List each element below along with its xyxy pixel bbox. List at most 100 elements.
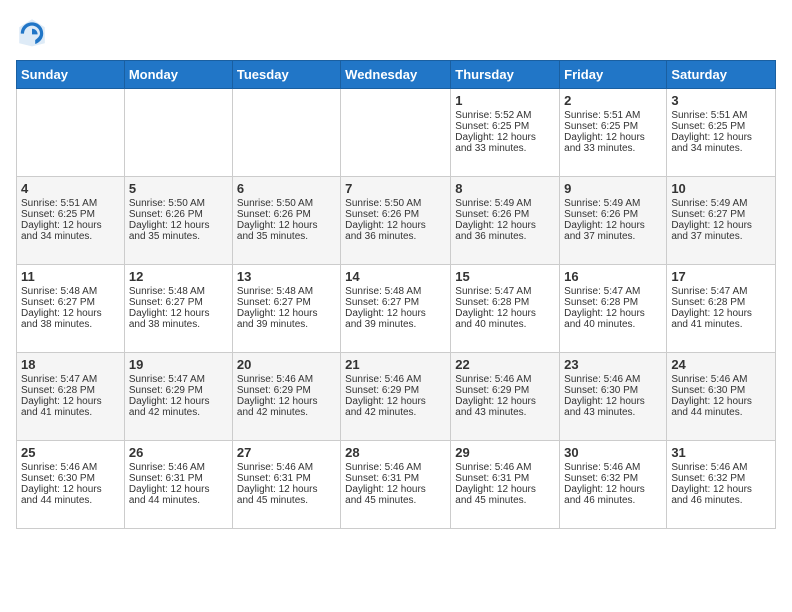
calendar-cell: 12Sunrise: 5:48 AMSunset: 6:27 PMDayligh… [124, 265, 232, 353]
day-number: 13 [237, 269, 336, 284]
day-info: Sunset: 6:28 PM [564, 297, 662, 308]
day-info: Sunset: 6:31 PM [345, 473, 446, 484]
day-info: Sunrise: 5:46 AM [671, 462, 771, 473]
day-number: 31 [671, 445, 771, 460]
day-info: Sunset: 6:30 PM [564, 385, 662, 396]
day-info: Sunset: 6:31 PM [455, 473, 555, 484]
day-info: Daylight: 12 hours [455, 484, 555, 495]
day-info: Daylight: 12 hours [455, 132, 555, 143]
day-number: 23 [564, 357, 662, 372]
day-info: Daylight: 12 hours [671, 396, 771, 407]
calendar-cell: 9Sunrise: 5:49 AMSunset: 6:26 PMDaylight… [560, 177, 667, 265]
day-info: and 42 minutes. [237, 407, 336, 418]
calendar-cell [124, 89, 232, 177]
calendar-header: SundayMondayTuesdayWednesdayThursdayFrid… [17, 61, 776, 89]
day-info: and 44 minutes. [671, 407, 771, 418]
day-info: Daylight: 12 hours [564, 396, 662, 407]
day-info: Sunset: 6:26 PM [345, 209, 446, 220]
calendar-cell: 17Sunrise: 5:47 AMSunset: 6:28 PMDayligh… [667, 265, 776, 353]
day-info: Daylight: 12 hours [237, 220, 336, 231]
day-info: Sunset: 6:29 PM [345, 385, 446, 396]
day-info: and 37 minutes. [564, 231, 662, 242]
calendar-cell: 26Sunrise: 5:46 AMSunset: 6:31 PMDayligh… [124, 441, 232, 529]
calendar-cell: 3Sunrise: 5:51 AMSunset: 6:25 PMDaylight… [667, 89, 776, 177]
calendar-week-row: 18Sunrise: 5:47 AMSunset: 6:28 PMDayligh… [17, 353, 776, 441]
day-info: Sunrise: 5:48 AM [129, 286, 228, 297]
day-info: and 33 minutes. [455, 143, 555, 154]
weekday-header: Wednesday [341, 61, 451, 89]
day-info: Daylight: 12 hours [671, 132, 771, 143]
day-info: Sunrise: 5:50 AM [345, 198, 446, 209]
day-info: Sunrise: 5:46 AM [237, 462, 336, 473]
logo-icon [16, 16, 48, 48]
day-info: and 39 minutes. [237, 319, 336, 330]
day-info: Sunset: 6:27 PM [345, 297, 446, 308]
day-info: Sunrise: 5:46 AM [237, 374, 336, 385]
day-info: Daylight: 12 hours [237, 396, 336, 407]
day-info: Sunrise: 5:51 AM [564, 110, 662, 121]
day-number: 28 [345, 445, 446, 460]
day-info: Daylight: 12 hours [345, 396, 446, 407]
day-info: and 41 minutes. [671, 319, 771, 330]
day-info: and 37 minutes. [671, 231, 771, 242]
day-info: Sunset: 6:27 PM [129, 297, 228, 308]
calendar-cell: 29Sunrise: 5:46 AMSunset: 6:31 PMDayligh… [451, 441, 560, 529]
calendar-cell: 23 Sunrise: 5:46 AMSunset: 6:30 PMDayligh… [560, 353, 667, 441]
day-info: Daylight: 12 hours [129, 396, 228, 407]
day-info: Sunrise: 5:49 AM [564, 198, 662, 209]
day-info: Sunrise: 5:49 AM [455, 198, 555, 209]
weekday-header: Friday [560, 61, 667, 89]
day-number: 8 [455, 181, 555, 196]
day-info: and 38 minutes. [129, 319, 228, 330]
day-info: and 38 minutes. [21, 319, 120, 330]
calendar-cell: 4Sunrise: 5:51 AMSunset: 6:25 PMDaylight… [17, 177, 125, 265]
day-info: Sunrise: 5:50 AM [237, 198, 336, 209]
weekday-header: Tuesday [232, 61, 340, 89]
day-number: 25 [21, 445, 120, 460]
day-info: Sunrise: 5:46 AM [564, 374, 662, 385]
calendar-cell: 19Sunrise: 5:47 AMSunset: 6:29 PMDayligh… [124, 353, 232, 441]
day-info: Sunset: 6:27 PM [237, 297, 336, 308]
calendar-cell: 25Sunrise: 5:46 AMSunset: 6:30 PMDayligh… [17, 441, 125, 529]
calendar-cell: 18Sunrise: 5:47 AMSunset: 6:28 PMDayligh… [17, 353, 125, 441]
day-number: 24 [671, 357, 771, 372]
day-info: Daylight: 12 hours [564, 484, 662, 495]
day-info: and 35 minutes. [129, 231, 228, 242]
day-info: Sunrise: 5:47 AM [129, 374, 228, 385]
calendar-cell: 8Sunrise: 5:49 AMSunset: 6:26 PMDaylight… [451, 177, 560, 265]
day-info: Sunset: 6:32 PM [564, 473, 662, 484]
day-number: 7 [345, 181, 446, 196]
calendar-cell: 10Sunrise: 5:49 AMSunset: 6:27 PMDayligh… [667, 177, 776, 265]
day-info: Sunset: 6:28 PM [671, 297, 771, 308]
day-info: Sunrise: 5:46 AM [129, 462, 228, 473]
day-number: 5 [129, 181, 228, 196]
day-info: Sunset: 6:28 PM [21, 385, 120, 396]
day-info: and 35 minutes. [237, 231, 336, 242]
day-info: and 33 minutes. [564, 143, 662, 154]
calendar-cell: 2Sunrise: 5:51 AMSunset: 6:25 PMDaylight… [560, 89, 667, 177]
day-number: 30 [564, 445, 662, 460]
calendar-week-row: 1Sunrise: 5:52 AMSunset: 6:25 PMDaylight… [17, 89, 776, 177]
day-number: 9 [564, 181, 662, 196]
day-info: and 45 minutes. [455, 495, 555, 506]
day-info: and 36 minutes. [455, 231, 555, 242]
day-info: Daylight: 12 hours [237, 484, 336, 495]
day-info: Daylight: 12 hours [671, 220, 771, 231]
day-info: Daylight: 12 hours [671, 308, 771, 319]
day-number: 11 [21, 269, 120, 284]
day-info: and 40 minutes. [564, 319, 662, 330]
calendar-cell: 28Sunrise: 5:46 AMSunset: 6:31 PMDayligh… [341, 441, 451, 529]
day-info: Daylight: 12 hours [129, 484, 228, 495]
day-number: 16 [564, 269, 662, 284]
calendar-cell: 31Sunrise: 5:46 AMSunset: 6:32 PMDayligh… [667, 441, 776, 529]
day-info: Sunset: 6:25 PM [671, 121, 771, 132]
calendar-cell: 15Sunrise: 5:47 AMSunset: 6:28 PMDayligh… [451, 265, 560, 353]
calendar-cell: 13Sunrise: 5:48 AMSunset: 6:27 PMDayligh… [232, 265, 340, 353]
day-info: and 42 minutes. [129, 407, 228, 418]
day-info: Sunset: 6:32 PM [671, 473, 771, 484]
day-info: Daylight: 12 hours [345, 484, 446, 495]
calendar-cell [341, 89, 451, 177]
day-number: 21 [345, 357, 446, 372]
day-number: 27 [237, 445, 336, 460]
day-info: Daylight: 12 hours [129, 308, 228, 319]
